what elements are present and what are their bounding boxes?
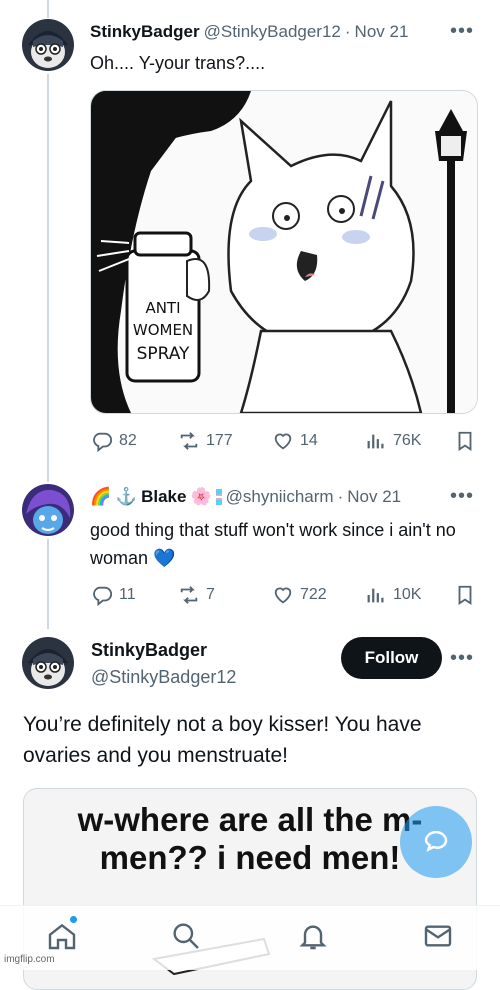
bookmark-icon (458, 585, 472, 605)
repost-count: 177 (206, 432, 233, 449)
like-icon (274, 433, 292, 450)
handle[interactable]: @StinkyBadger12 (204, 22, 341, 42)
display-name[interactable]: Blake (141, 487, 186, 507)
repost-icon (180, 586, 198, 604)
tweet-text: Oh.... Y-your trans?.... (90, 53, 266, 73)
more-options-icon[interactable]: ••• (450, 20, 474, 43)
tweet-text: good thing that stuff won't work since i… (90, 516, 482, 572)
comic-illustration: ANTI WOMEN SPRAY (91, 91, 477, 413)
view-count: 76K (393, 432, 422, 449)
bookmark-icon (458, 431, 472, 451)
views-button[interactable]: 10K (365, 584, 421, 606)
bottom-nav (0, 905, 500, 970)
views-icon (367, 434, 384, 449)
like-count: 14 (300, 432, 318, 449)
messages-icon (424, 925, 452, 947)
display-name[interactable]: StinkyBadger (90, 22, 200, 42)
spray-label-line-1: ANTI (145, 299, 180, 317)
avatar[interactable] (22, 19, 74, 71)
more-options-icon[interactable]: ••• (450, 647, 474, 670)
tweet-header: 🌈 ⚓ Blake 🌸 @shyniicharm · Nov 21 (90, 487, 401, 507)
bookmark-button[interactable] (454, 430, 476, 452)
thread-line-2 (47, 539, 49, 629)
watermark: imgflip.com (4, 954, 55, 965)
tweet-header: StinkyBadger @StinkyBadger12 · Nov 21 (90, 22, 408, 42)
nav-notifications[interactable] (297, 920, 329, 952)
trans-flag-icon (215, 489, 222, 505)
search-icon (173, 923, 199, 949)
spray-label-line-2: WOMEN (133, 321, 193, 339)
nav-search[interactable] (170, 920, 202, 952)
separator: · (344, 22, 351, 41)
tweet-date[interactable]: Nov 21 (347, 487, 401, 507)
nav-home[interactable] (46, 916, 78, 952)
tweet-date[interactable]: Nov 21 (355, 22, 409, 42)
avatar[interactable] (22, 637, 74, 689)
handle[interactable]: @shyniicharm (226, 487, 334, 507)
tweet-image[interactable]: ANTI WOMEN SPRAY (90, 90, 478, 414)
tweet-actions: 11 7 722 10K (90, 584, 476, 610)
like-count: 722 (300, 586, 327, 603)
like-button[interactable]: 14 (272, 430, 318, 452)
repost-button[interactable]: 177 (178, 430, 233, 452)
notifications-icon (299, 925, 327, 950)
main-tweet-text: You’re definitely not a boy kisser! You … (23, 713, 422, 767)
reply-icon (93, 432, 113, 452)
repost-icon (180, 432, 198, 450)
bookmark-button[interactable] (454, 584, 476, 606)
like-button[interactable]: 722 (272, 584, 327, 606)
like-icon (274, 587, 292, 604)
home-notification-dot (70, 916, 77, 923)
name-prefix-emoji: 🌈 ⚓ (90, 487, 138, 506)
tweet-actions: 82 177 14 76K (90, 430, 476, 456)
name-suffix-emoji: 🌸 (190, 487, 212, 506)
views-icon (367, 588, 384, 603)
nav-messages[interactable] (422, 920, 454, 952)
thread-line-top (47, 0, 49, 18)
compose-icon (424, 830, 448, 852)
handle[interactable]: @StinkyBadger12 (91, 667, 236, 688)
avatar[interactable] (22, 484, 74, 536)
views-button[interactable]: 76K (365, 430, 421, 452)
repost-count: 7 (206, 586, 215, 603)
more-options-icon[interactable]: ••• (450, 485, 474, 508)
display-name[interactable]: StinkyBadger (91, 640, 207, 661)
separator: · (337, 487, 344, 506)
thread-line-1 (47, 74, 49, 482)
reply-button[interactable]: 82 (91, 430, 137, 452)
repost-button[interactable]: 7 (178, 584, 215, 606)
home-icon (48, 923, 76, 950)
tweet-text-content: good thing that stuff won't work since i… (90, 520, 456, 568)
blue-heart-emoji: 💙 (153, 548, 176, 568)
view-count: 10K (393, 586, 422, 603)
reply-button[interactable]: 11 (91, 584, 136, 606)
follow-button[interactable]: Follow (341, 637, 442, 679)
reply-count: 11 (119, 586, 136, 603)
reply-icon (93, 586, 113, 606)
compose-button[interactable] (400, 806, 472, 878)
spray-label-line-3: SPRAY (137, 344, 190, 364)
reply-count: 82 (119, 432, 137, 449)
